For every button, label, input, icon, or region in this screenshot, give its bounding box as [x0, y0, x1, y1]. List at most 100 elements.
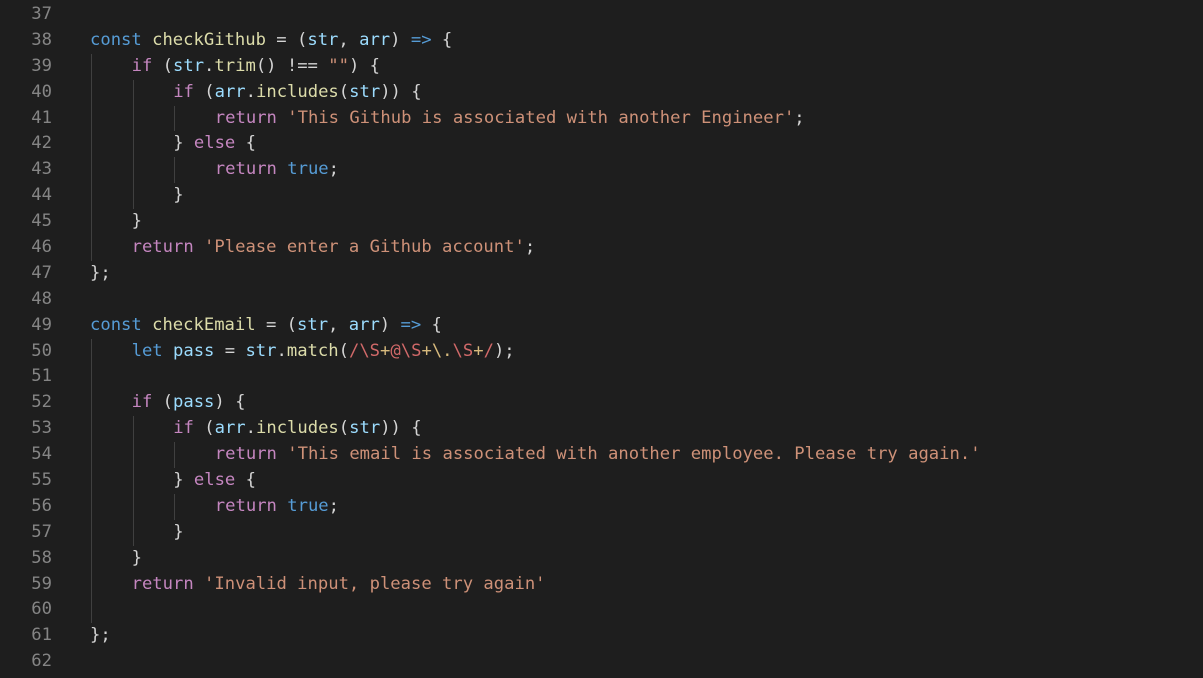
code-text[interactable]: const checkGithub = (str, arr) => { — [90, 28, 452, 54]
code-token: if — [131, 392, 153, 413]
code-token: arr — [359, 29, 391, 50]
code-token: => — [410, 29, 432, 50]
code-token: 'Please enter a Github account' — [204, 237, 525, 258]
code-token: trim — [214, 55, 256, 76]
code-token: ( — [193, 418, 215, 439]
code-token: { — [421, 314, 442, 335]
code-token: )) { — [380, 418, 422, 439]
line-number: 51 — [31, 366, 52, 387]
code-token: if — [131, 55, 153, 76]
line-number: 40 — [31, 81, 52, 102]
code-text[interactable]: } — [90, 209, 142, 235]
code-token: match — [286, 340, 339, 361]
code-token: arr — [348, 314, 380, 335]
code-token: ( — [152, 55, 173, 76]
code-text[interactable]: return 'This email is associated with an… — [90, 442, 981, 468]
code-editor[interactable]: 37 38 const checkGithub = (str, arr) => {3… — [0, 0, 1203, 678]
line-number: 53 — [31, 418, 52, 439]
code-token: ; — [524, 237, 536, 258]
line-number: 61 — [31, 625, 52, 646]
code-token: return — [214, 107, 277, 128]
code-token: \. — [431, 340, 453, 361]
line-number: 45 — [31, 211, 52, 232]
code-token: true — [287, 495, 329, 516]
code-token: () !== — [255, 55, 329, 76]
line-number: 55 — [31, 470, 52, 491]
code-text[interactable]: return 'Invalid input, please try again' — [90, 572, 546, 598]
code-token: return — [214, 495, 277, 516]
code-token: ( — [338, 340, 349, 361]
code-token: ; — [328, 159, 340, 180]
code-text[interactable]: const checkEmail = (str, arr) => { — [90, 313, 442, 339]
line-number: 59 — [31, 573, 52, 594]
code-token: checkEmail — [152, 314, 256, 335]
code-text[interactable]: if (pass) { — [90, 390, 246, 416]
code-text[interactable]: return 'This Github is associated with a… — [90, 106, 805, 132]
code-token: includes — [256, 418, 339, 439]
code-token: if — [173, 81, 194, 102]
code-token: = — [214, 340, 246, 361]
code-text[interactable]: } else { — [90, 468, 256, 494]
code-text[interactable]: if (arr.includes(str)) { — [90, 80, 422, 106]
code-text[interactable]: }; — [90, 623, 111, 649]
code-token: ) — [390, 29, 411, 50]
code-token: { — [235, 133, 256, 154]
code-token: }; — [90, 262, 111, 283]
code-token: arr — [214, 81, 246, 102]
code-token: else — [193, 470, 236, 491]
line-number: 38 — [31, 29, 52, 50]
code-text[interactable]: if (arr.includes(str)) { — [90, 416, 422, 442]
code-text[interactable]: } — [90, 183, 184, 209]
code-token: . — [245, 81, 256, 102]
code-token: )) { — [380, 81, 422, 102]
code-token: arr — [214, 418, 246, 439]
code-token: } — [173, 185, 184, 206]
code-token: checkGithub — [152, 29, 266, 50]
code-text[interactable]: }; — [90, 261, 111, 287]
code-token: } — [131, 547, 142, 568]
code-token: ( — [193, 81, 215, 102]
code-text[interactable]: return true; — [90, 494, 339, 520]
line-number: 56 — [31, 495, 52, 516]
code-token: return — [131, 237, 194, 258]
indent-guide — [91, 597, 92, 624]
code-token: ( — [338, 81, 350, 102]
code-token: includes — [256, 81, 339, 102]
code-text[interactable]: } else { — [90, 131, 256, 157]
code-token: ) { — [214, 392, 246, 413]
code-text[interactable]: return true; — [90, 157, 339, 183]
code-token: + — [473, 340, 484, 361]
code-token: const — [90, 29, 142, 50]
code-token: return — [214, 159, 277, 180]
code-token: true — [287, 159, 329, 180]
code-token: \S — [359, 340, 381, 361]
code-text[interactable]: } — [90, 520, 184, 546]
code-token: str — [349, 418, 381, 439]
line-number: 46 — [31, 237, 52, 258]
line-number: 42 — [31, 133, 52, 154]
code-token: + — [421, 340, 432, 361]
line-number: 60 — [31, 599, 52, 620]
code-text[interactable]: let pass = str.match(/\S+@\S+\.\S+/); — [90, 339, 515, 365]
code-token: } — [173, 521, 184, 542]
code-token: = ( — [255, 314, 297, 335]
code-token: + — [380, 340, 391, 361]
code-token: ) — [379, 314, 401, 335]
code-token: str — [297, 314, 329, 335]
line-number: 52 — [31, 392, 52, 413]
code-token: 'This Github is associated with another … — [287, 107, 795, 128]
code-token: / — [348, 340, 360, 361]
code-text[interactable]: } — [90, 546, 142, 572]
code-text[interactable]: if (str.trim() !== "") { — [90, 54, 380, 80]
code-token: pass — [173, 340, 215, 361]
indent-guide — [91, 364, 92, 391]
code-token: str — [245, 340, 277, 361]
code-token: , — [328, 314, 349, 335]
code-text[interactable]: return 'Please enter a Github account'; — [90, 235, 536, 261]
code-token: => — [400, 314, 422, 335]
